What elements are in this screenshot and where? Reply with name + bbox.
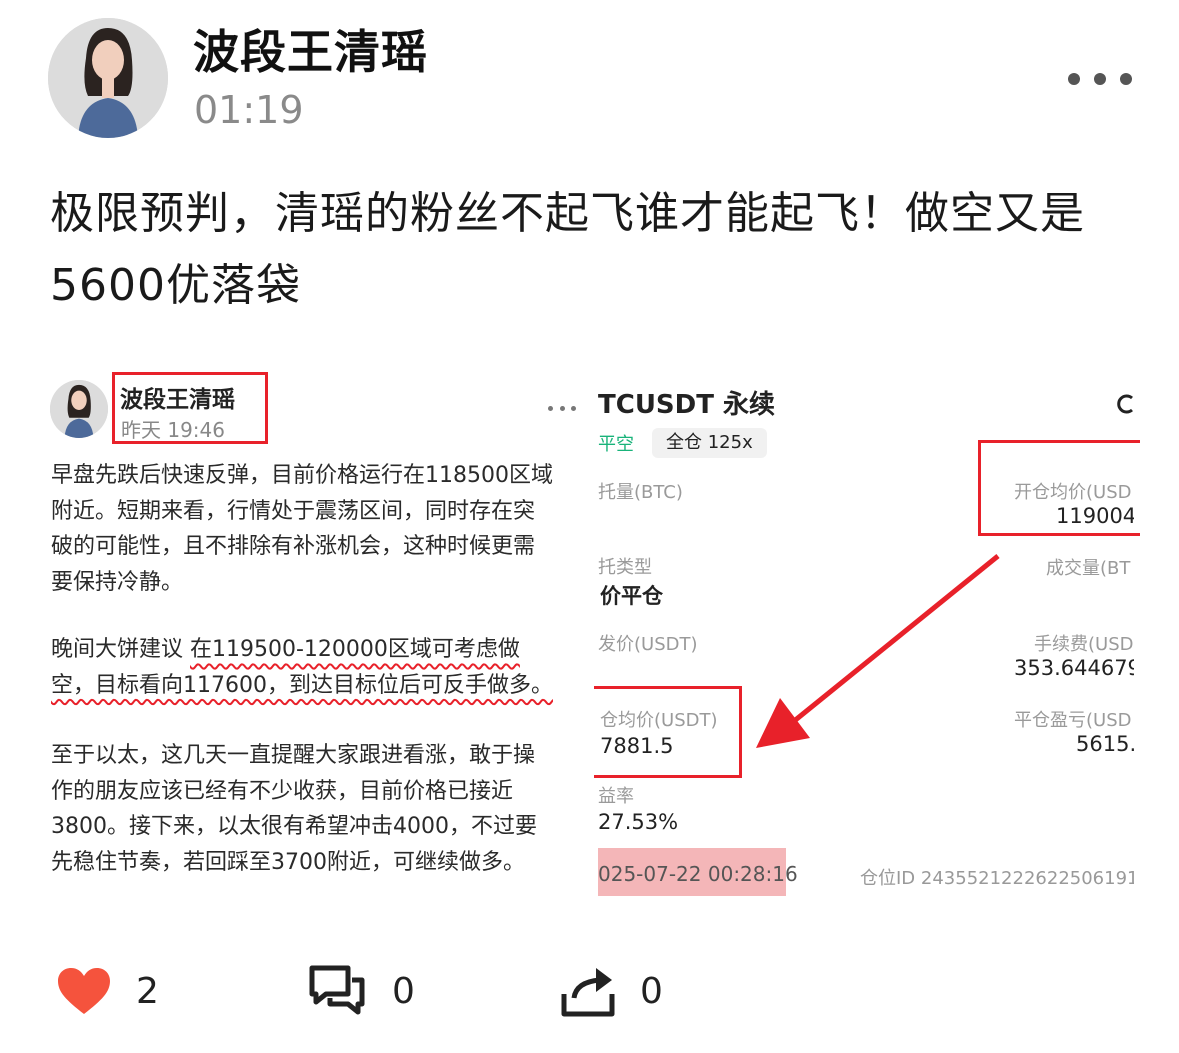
field-value: 价平仓: [600, 584, 663, 608]
text-line: 至于以太，这几天一直提醒大家跟进看涨，敢于操: [51, 743, 536, 768]
field-label: 托类型: [598, 557, 652, 578]
field-label: 益率: [598, 786, 634, 807]
roi-value: 27.53%: [598, 810, 679, 834]
value-clip: 353.644679: [1010, 656, 1134, 686]
embedded-author: 波段王清瑶: [120, 387, 235, 413]
field-label: 发价(USDT): [598, 634, 698, 655]
comment-button[interactable]: 0: [308, 964, 415, 1018]
more-options-icon[interactable]: [1068, 68, 1132, 90]
comment-count: 0: [392, 970, 415, 1012]
field-label: 成交量(BT: [1046, 558, 1131, 579]
close-short-tag: 平空: [598, 434, 634, 455]
position-id: 仓位ID 24355212226225061917: [860, 868, 1134, 889]
annotation-arrow-icon: [756, 554, 1000, 748]
comment-icon: [309, 965, 365, 1015]
text-line: 附近。短期来看，行情处于震荡区间，同时存在突: [51, 498, 536, 524]
text-line: 破的可能性，且不排除有补涨机会，这种时候更需: [51, 534, 536, 559]
repost-icon: [561, 968, 615, 1017]
share-icon: [1116, 388, 1134, 418]
field-label: 平仓盈亏(USD: [1014, 710, 1132, 731]
embedded-paragraph-2: 晚间大饼建议 在119500-120000区域可考虑做 空，目标看向117600…: [51, 632, 553, 703]
text-line: 要保持冷静。: [51, 569, 184, 595]
contract-title: TCUSDT 永续: [598, 390, 776, 420]
share-count: 0: [640, 970, 663, 1012]
share-button[interactable]: 0: [560, 964, 663, 1018]
like-button[interactable]: 2: [56, 966, 159, 1016]
author-avatar[interactable]: [48, 18, 168, 138]
text-line: 作的朋友应该已经有不少收获，目前价格已接近: [51, 778, 514, 804]
fee-value: 353.644679: [1014, 656, 1134, 680]
embedded-paragraph-3: 至于以太，这几天一直提醒大家跟进看涨，敢于操 作的朋友应该已经有不少收获，目前价…: [51, 738, 537, 880]
field-label: 托量(BTC): [598, 482, 683, 503]
text-line: 早盘先跌后快速反弹，目前价格运行在118500区域: [51, 463, 553, 488]
value-clip: 5615.1: [1070, 732, 1134, 762]
like-count: 2: [136, 970, 159, 1012]
text-line: 3800。接下来，以太很有希望冲击4000，不过要: [51, 814, 537, 839]
highlighted-advice: 在119500-120000区域可考虑做: [190, 637, 520, 662]
post-content: 极限预判，清瑶的粉丝不起飞谁才能起飞！做空又是5600优落袋: [50, 188, 1085, 311]
text-segment: 晚间大饼建议: [51, 637, 190, 662]
embedded-time: 昨天 19:46: [121, 418, 225, 442]
embedded-avatar: [50, 380, 108, 438]
trade-date: 025-07-22 00:28:16: [598, 862, 798, 886]
embedded-more-icon: [548, 406, 576, 412]
open-price-highlight-box: [978, 440, 1140, 536]
realized-pnl-value: 5615.1: [1076, 732, 1134, 756]
text-line: 先稳住节奏，若回踩至3700附近，可继续做多。: [51, 849, 525, 875]
highlighted-advice: 空，目标看向117600，到达目标位后可反手做多。: [51, 672, 553, 698]
post-time: 01:19: [194, 88, 304, 132]
field-label: 手续费(USD: [1034, 634, 1134, 655]
embedded-paragraph-1: 早盘先跌后快速反弹，目前价格运行在118500区域 附近。短期来看，行情处于震荡…: [51, 458, 553, 600]
margin-tag: 全仓 125x: [652, 428, 767, 458]
close-price-highlight-box: [594, 686, 742, 778]
heart-icon: [58, 968, 110, 1014]
author-name[interactable]: 波段王清瑶: [193, 16, 428, 82]
